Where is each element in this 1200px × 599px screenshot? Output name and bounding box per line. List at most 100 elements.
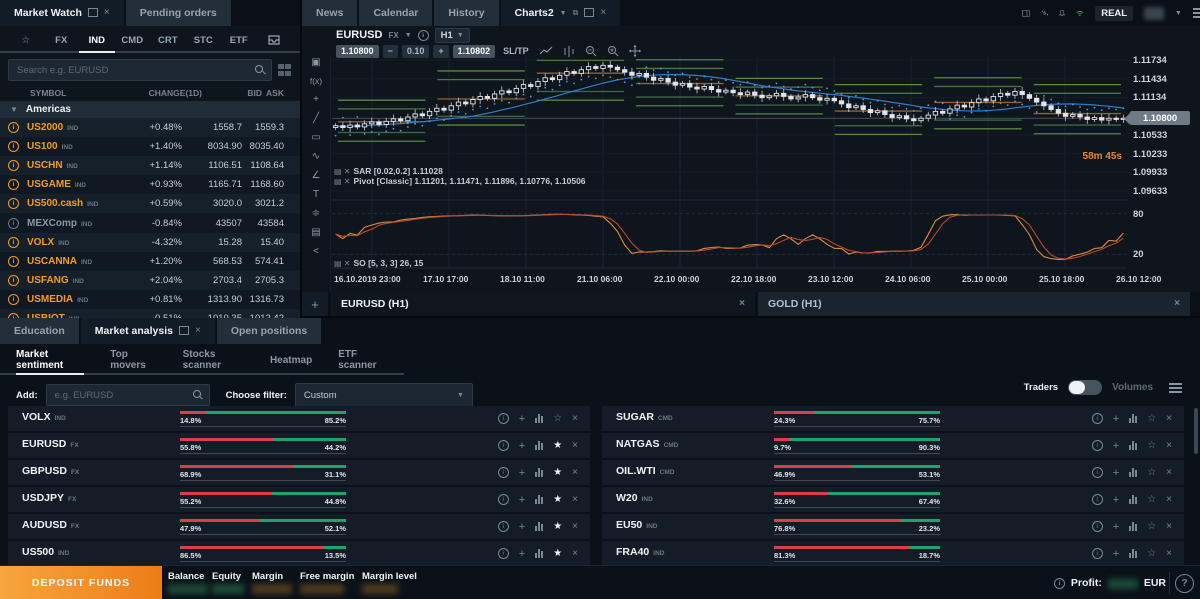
so-indicator-label[interactable]: ▤ ✕SO [5, 3, 3] 26, 15 xyxy=(334,258,423,268)
subtab-market-sentiment[interactable]: Market sentiment xyxy=(16,347,84,373)
traders-volumes-toggle[interactable] xyxy=(1068,380,1102,395)
chart-type-icon[interactable]: ▣ xyxy=(311,58,320,68)
add-icon[interactable]: + xyxy=(1113,521,1119,533)
remove-icon[interactable]: × xyxy=(572,414,578,424)
chart-tab-gold[interactable]: GOLD (H1) × xyxy=(758,292,1190,316)
favorites-filter[interactable]: ☆ xyxy=(8,29,44,51)
sar-indicator-label[interactable]: ▤ ✕SAR [0.02,0.2] 1.11028 xyxy=(334,166,443,176)
open-chart-icon[interactable] xyxy=(535,495,543,504)
rect-tool-icon[interactable]: ▭ xyxy=(311,133,320,143)
add-icon[interactable]: + xyxy=(519,494,525,506)
market-watch-row-uscanna[interactable]: iUSCANNAIND+1.20%568.53574.41 xyxy=(0,252,300,271)
scrollbar-thumb[interactable] xyxy=(1194,408,1198,454)
market-watch-row-usgame[interactable]: iUSGAMEIND+0.93%1165.711168.60 xyxy=(0,175,300,194)
volume-icon[interactable] xyxy=(563,46,575,57)
text-tool-icon[interactable]: T xyxy=(313,190,319,200)
add-icon[interactable]: + xyxy=(519,548,525,560)
pivot-indicator-label[interactable]: ▤ ✕Pivot [Classic] 1.11201, 1.11471, 1.1… xyxy=(334,176,586,186)
add-icon[interactable]: + xyxy=(1113,467,1119,479)
tab-charts2[interactable]: Charts2 ▼ ⧉ × xyxy=(501,0,621,26)
filter-tab-fx[interactable]: FX xyxy=(44,29,80,51)
col-change[interactable]: CHANGE(1D) xyxy=(140,88,202,98)
tab-market-analysis[interactable]: Market analysis × xyxy=(81,318,215,344)
add-icon[interactable]: + xyxy=(519,467,525,479)
open-chart-icon[interactable] xyxy=(535,522,543,531)
sentiment-row-gbpusd[interactable]: GBPUSDFX68.9%31.1%i+★× xyxy=(8,460,590,485)
close-icon[interactable]: × xyxy=(104,8,110,18)
linechart-icon[interactable] xyxy=(539,46,553,56)
chevron-down-icon[interactable]: ▼ xyxy=(1175,10,1182,17)
sentiment-row-w20[interactable]: W20IND32.6%67.4%i+☆× xyxy=(602,487,1184,512)
favorite-star-icon[interactable]: ☆ xyxy=(1147,521,1156,532)
sentiment-row-audusd[interactable]: AUDUSDFX47.9%52.1%i+★× xyxy=(8,514,590,539)
instrument-info-icon[interactable]: i xyxy=(8,122,19,133)
remove-icon[interactable]: × xyxy=(572,522,578,532)
favorite-star-icon[interactable]: ☆ xyxy=(1147,548,1156,559)
add-symbol-input[interactable] xyxy=(53,389,193,402)
close-icon[interactable]: × xyxy=(195,326,201,336)
favorite-star-icon[interactable]: ☆ xyxy=(1147,494,1156,505)
open-chart-icon[interactable] xyxy=(1129,522,1137,531)
line-tool-icon[interactable]: ╱ xyxy=(313,114,319,124)
view-switch-icon[interactable] xyxy=(278,64,292,76)
remove-icon[interactable]: × xyxy=(1166,549,1172,559)
sentiment-row-fra40[interactable]: FRA40IND81.3%18.7%i+☆× xyxy=(602,541,1184,566)
favorite-star-icon[interactable]: ☆ xyxy=(553,413,562,424)
info-icon[interactable]: i xyxy=(498,521,509,532)
account-selector-redacted[interactable] xyxy=(1144,7,1164,20)
info-icon[interactable]: i xyxy=(1092,467,1103,478)
transfer-funds-icon[interactable]: $ xyxy=(1041,7,1049,19)
instrument-info-icon[interactable]: i xyxy=(8,218,19,229)
favorite-star-icon[interactable]: ★ xyxy=(553,467,562,478)
search-input[interactable] xyxy=(15,64,255,77)
open-chart-icon[interactable] xyxy=(535,441,543,450)
timeframe-selector[interactable]: H1▼ xyxy=(435,28,470,43)
add-icon[interactable]: + xyxy=(519,413,525,425)
instrument-info-icon[interactable]: i xyxy=(418,30,429,41)
remove-icon[interactable]: × xyxy=(1166,414,1172,424)
remove-icon[interactable]: × xyxy=(572,495,578,505)
subtab-heatmap[interactable]: Heatmap xyxy=(270,347,312,373)
group-row-americas[interactable]: ▼ Americas xyxy=(0,101,300,118)
favorite-star-icon[interactable]: ★ xyxy=(553,494,562,505)
info-icon[interactable]: i xyxy=(498,440,509,451)
fx-icon[interactable]: f(x) xyxy=(310,77,322,86)
popout-icon[interactable] xyxy=(179,326,189,335)
instrument-info-icon[interactable]: i xyxy=(8,256,19,267)
open-chart-icon[interactable] xyxy=(1129,495,1137,504)
profit-info-icon[interactable]: i xyxy=(1054,578,1065,589)
instrument-info-icon[interactable]: i xyxy=(8,179,19,190)
new-chart-button[interactable]: + xyxy=(302,292,328,316)
open-chart-icon[interactable] xyxy=(535,414,543,423)
tab-history[interactable]: History xyxy=(434,0,498,26)
instrument-info-icon[interactable]: i xyxy=(8,275,19,286)
info-icon[interactable]: i xyxy=(498,413,509,424)
indicators-icon[interactable]: ≑ xyxy=(312,209,320,219)
chart-plot-area[interactable] xyxy=(332,56,1127,270)
market-watch-row-usfang[interactable]: iUSFANGIND+2.04%2703.42705.3 xyxy=(0,271,300,290)
market-watch-row-usmedia[interactable]: iUSMEDIAIND+0.81%1313.901316.73 xyxy=(0,290,300,309)
open-chart-icon[interactable] xyxy=(535,549,543,558)
subtab-stocks-scanner[interactable]: Stocks scanner xyxy=(183,347,244,373)
add-icon[interactable]: + xyxy=(519,521,525,533)
add-icon[interactable]: + xyxy=(1113,548,1119,560)
journal-icon[interactable] xyxy=(1022,8,1030,19)
help-icon[interactable]: ? xyxy=(1175,574,1194,593)
col-symbol[interactable]: SYMBOL xyxy=(8,88,140,98)
add-icon[interactable]: + xyxy=(519,440,525,452)
tab-education[interactable]: Education xyxy=(0,318,79,344)
tab-news[interactable]: News xyxy=(302,0,357,26)
maximize-icon[interactable] xyxy=(584,8,594,17)
favorite-star-icon[interactable]: ★ xyxy=(553,548,562,559)
info-icon[interactable]: i xyxy=(1092,521,1103,532)
filter-tab-stc[interactable]: STC xyxy=(186,29,222,51)
instrument-info-icon[interactable]: i xyxy=(8,294,19,305)
market-watch-row-us100[interactable]: iUS100IND+1.40%8034.908035.40 xyxy=(0,137,300,156)
sentiment-row-usdjpy[interactable]: USDJPYFX55.2%44.8%i+★× xyxy=(8,487,590,512)
tab-calendar[interactable]: Calendar xyxy=(359,0,432,26)
market-watch-row-uschn[interactable]: iUSCHNIND+1.14%1106.511108.64 xyxy=(0,156,300,175)
close-icon[interactable]: × xyxy=(739,299,745,309)
add-icon[interactable]: + xyxy=(1113,494,1119,506)
zigzag-tool-icon[interactable]: ∿ xyxy=(312,152,320,162)
objects-icon[interactable]: ▤ xyxy=(311,228,320,238)
